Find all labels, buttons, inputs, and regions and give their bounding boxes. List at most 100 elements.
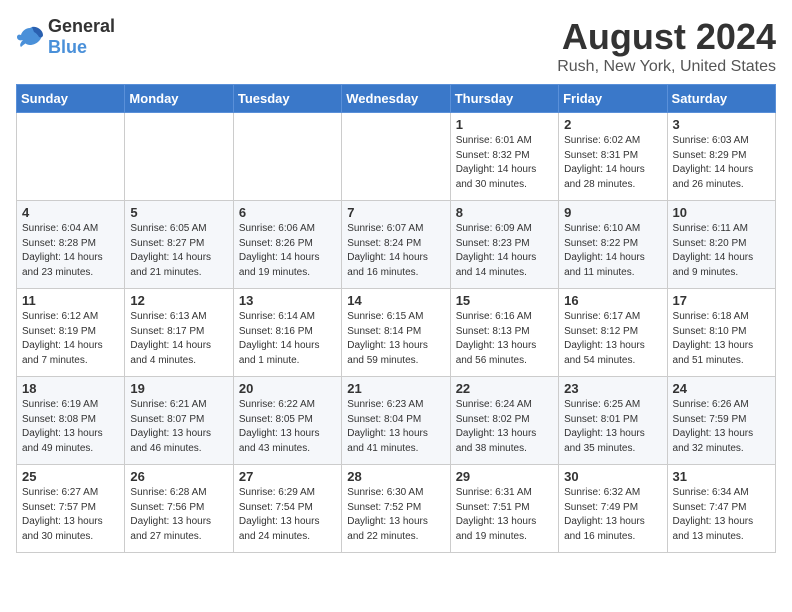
day-info: Sunrise: 6:16 AMSunset: 8:13 PMDaylight:… xyxy=(456,311,537,366)
day-info: Sunrise: 6:31 AMSunset: 7:51 PMDaylight:… xyxy=(456,487,537,542)
col-thursday: Thursday xyxy=(450,85,558,113)
cell-w5-d2: 27 Sunrise: 6:29 AMSunset: 7:54 PMDaylig… xyxy=(233,465,341,553)
day-info: Sunrise: 6:11 AMSunset: 8:20 PMDaylight:… xyxy=(673,223,754,278)
col-friday: Friday xyxy=(559,85,667,113)
day-number: 23 xyxy=(564,381,661,396)
day-number: 8 xyxy=(456,205,553,220)
day-number: 9 xyxy=(564,205,661,220)
col-sunday: Sunday xyxy=(17,85,125,113)
day-info: Sunrise: 6:29 AMSunset: 7:54 PMDaylight:… xyxy=(239,487,320,542)
cell-w2-d4: 8 Sunrise: 6:09 AMSunset: 8:23 PMDayligh… xyxy=(450,201,558,289)
day-number: 27 xyxy=(239,469,336,484)
cell-w4-d3: 21 Sunrise: 6:23 AMSunset: 8:04 PMDaylig… xyxy=(342,377,450,465)
day-info: Sunrise: 6:19 AMSunset: 8:08 PMDaylight:… xyxy=(22,399,103,454)
day-number: 2 xyxy=(564,117,661,132)
day-number: 13 xyxy=(239,293,336,308)
day-info: Sunrise: 6:01 AMSunset: 8:32 PMDaylight:… xyxy=(456,135,537,190)
day-number: 30 xyxy=(564,469,661,484)
col-monday: Monday xyxy=(125,85,233,113)
cell-w5-d6: 31 Sunrise: 6:34 AMSunset: 7:47 PMDaylig… xyxy=(667,465,775,553)
cell-w3-d5: 16 Sunrise: 6:17 AMSunset: 8:12 PMDaylig… xyxy=(559,289,667,377)
cell-w3-d3: 14 Sunrise: 6:15 AMSunset: 8:14 PMDaylig… xyxy=(342,289,450,377)
day-number: 21 xyxy=(347,381,444,396)
day-info: Sunrise: 6:23 AMSunset: 8:04 PMDaylight:… xyxy=(347,399,428,454)
logo-icon xyxy=(16,26,44,48)
day-number: 24 xyxy=(673,381,770,396)
cell-w5-d3: 28 Sunrise: 6:30 AMSunset: 7:52 PMDaylig… xyxy=(342,465,450,553)
cell-w2-d2: 6 Sunrise: 6:06 AMSunset: 8:26 PMDayligh… xyxy=(233,201,341,289)
cell-w1-d0 xyxy=(17,113,125,201)
day-info: Sunrise: 6:06 AMSunset: 8:26 PMDaylight:… xyxy=(239,223,320,278)
day-number: 19 xyxy=(130,381,227,396)
calendar-table: Sunday Monday Tuesday Wednesday Thursday… xyxy=(16,84,776,553)
day-number: 6 xyxy=(239,205,336,220)
cell-w4-d0: 18 Sunrise: 6:19 AMSunset: 8:08 PMDaylig… xyxy=(17,377,125,465)
cell-w2-d1: 5 Sunrise: 6:05 AMSunset: 8:27 PMDayligh… xyxy=(125,201,233,289)
day-info: Sunrise: 6:21 AMSunset: 8:07 PMDaylight:… xyxy=(130,399,211,454)
day-info: Sunrise: 6:04 AMSunset: 8:28 PMDaylight:… xyxy=(22,223,103,278)
day-number: 16 xyxy=(564,293,661,308)
day-info: Sunrise: 6:28 AMSunset: 7:56 PMDaylight:… xyxy=(130,487,211,542)
day-number: 12 xyxy=(130,293,227,308)
day-info: Sunrise: 6:07 AMSunset: 8:24 PMDaylight:… xyxy=(347,223,428,278)
day-number: 25 xyxy=(22,469,119,484)
logo: General Blue xyxy=(16,16,115,58)
location-title: Rush, New York, United States xyxy=(557,58,776,76)
cell-w1-d1 xyxy=(125,113,233,201)
day-info: Sunrise: 6:34 AMSunset: 7:47 PMDaylight:… xyxy=(673,487,754,542)
day-number: 20 xyxy=(239,381,336,396)
day-info: Sunrise: 6:18 AMSunset: 8:10 PMDaylight:… xyxy=(673,311,754,366)
cell-w2-d6: 10 Sunrise: 6:11 AMSunset: 8:20 PMDaylig… xyxy=(667,201,775,289)
cell-w1-d3 xyxy=(342,113,450,201)
day-info: Sunrise: 6:24 AMSunset: 8:02 PMDaylight:… xyxy=(456,399,537,454)
header-row: Sunday Monday Tuesday Wednesday Thursday… xyxy=(17,85,776,113)
cell-w1-d5: 2 Sunrise: 6:02 AMSunset: 8:31 PMDayligh… xyxy=(559,113,667,201)
day-number: 28 xyxy=(347,469,444,484)
week-row-4: 18 Sunrise: 6:19 AMSunset: 8:08 PMDaylig… xyxy=(17,377,776,465)
cell-w4-d6: 24 Sunrise: 6:26 AMSunset: 7:59 PMDaylig… xyxy=(667,377,775,465)
cell-w4-d5: 23 Sunrise: 6:25 AMSunset: 8:01 PMDaylig… xyxy=(559,377,667,465)
day-number: 17 xyxy=(673,293,770,308)
day-info: Sunrise: 6:27 AMSunset: 7:57 PMDaylight:… xyxy=(22,487,103,542)
cell-w3-d2: 13 Sunrise: 6:14 AMSunset: 8:16 PMDaylig… xyxy=(233,289,341,377)
day-number: 18 xyxy=(22,381,119,396)
cell-w1-d2 xyxy=(233,113,341,201)
cell-w2-d3: 7 Sunrise: 6:07 AMSunset: 8:24 PMDayligh… xyxy=(342,201,450,289)
day-number: 22 xyxy=(456,381,553,396)
cell-w3-d6: 17 Sunrise: 6:18 AMSunset: 8:10 PMDaylig… xyxy=(667,289,775,377)
page-header: General Blue August 2024 Rush, New York,… xyxy=(16,16,776,76)
day-info: Sunrise: 6:25 AMSunset: 8:01 PMDaylight:… xyxy=(564,399,645,454)
day-info: Sunrise: 6:12 AMSunset: 8:19 PMDaylight:… xyxy=(22,311,103,366)
cell-w2-d5: 9 Sunrise: 6:10 AMSunset: 8:22 PMDayligh… xyxy=(559,201,667,289)
day-number: 1 xyxy=(456,117,553,132)
day-number: 5 xyxy=(130,205,227,220)
day-number: 14 xyxy=(347,293,444,308)
day-number: 26 xyxy=(130,469,227,484)
day-number: 31 xyxy=(673,469,770,484)
title-area: August 2024 Rush, New York, United State… xyxy=(557,16,776,76)
month-title: August 2024 xyxy=(557,16,776,58)
day-info: Sunrise: 6:32 AMSunset: 7:49 PMDaylight:… xyxy=(564,487,645,542)
cell-w3-d1: 12 Sunrise: 6:13 AMSunset: 8:17 PMDaylig… xyxy=(125,289,233,377)
day-info: Sunrise: 6:22 AMSunset: 8:05 PMDaylight:… xyxy=(239,399,320,454)
day-number: 7 xyxy=(347,205,444,220)
cell-w4-d4: 22 Sunrise: 6:24 AMSunset: 8:02 PMDaylig… xyxy=(450,377,558,465)
day-info: Sunrise: 6:03 AMSunset: 8:29 PMDaylight:… xyxy=(673,135,754,190)
week-row-2: 4 Sunrise: 6:04 AMSunset: 8:28 PMDayligh… xyxy=(17,201,776,289)
col-saturday: Saturday xyxy=(667,85,775,113)
day-number: 11 xyxy=(22,293,119,308)
day-info: Sunrise: 6:02 AMSunset: 8:31 PMDaylight:… xyxy=(564,135,645,190)
logo-text: General Blue xyxy=(48,16,115,58)
day-number: 4 xyxy=(22,205,119,220)
day-info: Sunrise: 6:30 AMSunset: 7:52 PMDaylight:… xyxy=(347,487,428,542)
day-info: Sunrise: 6:26 AMSunset: 7:59 PMDaylight:… xyxy=(673,399,754,454)
day-info: Sunrise: 6:05 AMSunset: 8:27 PMDaylight:… xyxy=(130,223,211,278)
day-info: Sunrise: 6:15 AMSunset: 8:14 PMDaylight:… xyxy=(347,311,428,366)
col-wednesday: Wednesday xyxy=(342,85,450,113)
cell-w2-d0: 4 Sunrise: 6:04 AMSunset: 8:28 PMDayligh… xyxy=(17,201,125,289)
day-number: 3 xyxy=(673,117,770,132)
cell-w4-d1: 19 Sunrise: 6:21 AMSunset: 8:07 PMDaylig… xyxy=(125,377,233,465)
day-number: 15 xyxy=(456,293,553,308)
day-info: Sunrise: 6:14 AMSunset: 8:16 PMDaylight:… xyxy=(239,311,320,366)
cell-w5-d0: 25 Sunrise: 6:27 AMSunset: 7:57 PMDaylig… xyxy=(17,465,125,553)
